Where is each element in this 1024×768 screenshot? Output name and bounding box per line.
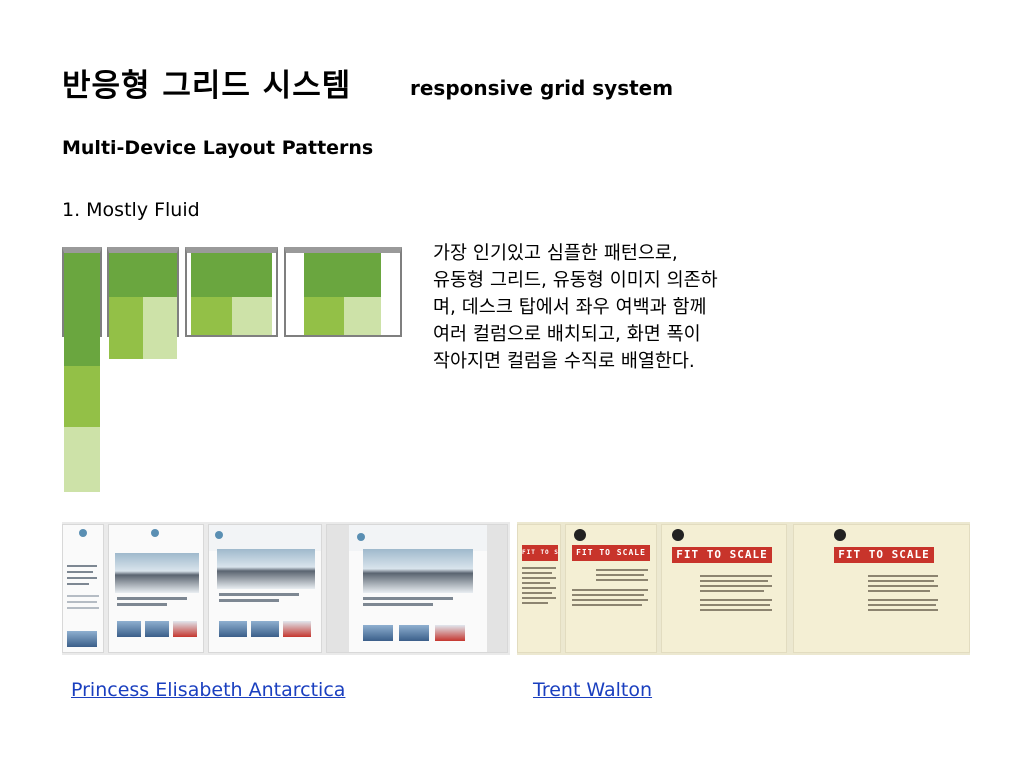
logo-icon xyxy=(357,533,365,541)
news-thumbnail xyxy=(363,625,393,641)
logo-icon xyxy=(79,529,87,537)
logo-icon xyxy=(215,531,223,539)
layout-block-secondary xyxy=(109,297,143,359)
pea-tablet-screenshot xyxy=(208,524,322,653)
hero-image xyxy=(363,549,473,593)
layout-block-secondary xyxy=(64,366,100,427)
pattern-description: 가장 인기있고 심플한 패턴으로, 유동형 그리드, 유동형 이미지 의존하 며… xyxy=(433,240,823,375)
layout-block-main xyxy=(64,253,100,366)
description-line: 며, 데스크 탑에서 좌우 여백과 함께 xyxy=(433,297,707,318)
layout-block-tertiary xyxy=(232,297,272,335)
news-thumbnail xyxy=(399,625,429,641)
news-thumbnail xyxy=(67,631,97,647)
fit-to-scale-banner: FIT TO SCALE xyxy=(522,545,558,561)
pea-phone-screenshot xyxy=(62,524,104,653)
link-princess-elisabeth-antarctica[interactable]: Princess Elisabeth Antarctica xyxy=(71,679,345,701)
layout-block-main xyxy=(109,253,177,297)
news-thumbnail xyxy=(435,625,465,641)
layout-block-tertiary xyxy=(344,297,381,335)
fit-to-scale-banner: FIT TO SCALE xyxy=(572,545,650,561)
hero-image xyxy=(217,549,315,589)
section-subtitle: Multi-Device Layout Patterns xyxy=(62,137,374,159)
layout-block-tertiary xyxy=(143,297,177,359)
layout-block-main xyxy=(191,253,272,297)
news-thumbnail xyxy=(283,621,311,637)
tw-small-tablet-screenshot: FIT TO SCALE xyxy=(565,524,657,653)
tw-desktop-screenshot: FIT TO SCALE xyxy=(793,524,970,653)
pattern-heading: 1. Mostly Fluid xyxy=(62,199,200,221)
description-line: 작아지면 컬럼을 수직로 배열한다. xyxy=(433,351,695,372)
link-trent-walton[interactable]: Trent Walton xyxy=(533,679,652,701)
tw-logo-icon xyxy=(672,529,684,541)
slide-title-korean: 반응형 그리드 시스템 xyxy=(62,68,352,104)
tw-screenshots: FIT TO SCALE FIT TO SCALE FIT TO SCALE F… xyxy=(517,522,970,655)
slide-title-english: responsive grid system xyxy=(410,76,674,100)
news-thumbnail xyxy=(145,621,169,637)
news-thumbnail xyxy=(219,621,247,637)
logo-icon xyxy=(151,529,159,537)
news-thumbnail xyxy=(251,621,279,637)
tw-tablet-screenshot: FIT TO SCALE xyxy=(661,524,787,653)
news-thumbnail xyxy=(117,621,141,637)
layout-block-secondary xyxy=(191,297,232,335)
description-line: 여러 컬럼으로 배치되고, 화면 폭이 xyxy=(433,324,701,345)
layout-block-secondary xyxy=(304,297,344,335)
hero-image xyxy=(115,553,199,593)
tw-logo-icon xyxy=(574,529,586,541)
layout-block-main xyxy=(304,253,381,297)
tw-logo-icon xyxy=(834,529,846,541)
fit-to-scale-banner: FIT TO SCALE xyxy=(834,547,934,563)
news-thumbnail xyxy=(173,621,197,637)
pea-screenshots xyxy=(62,522,510,655)
pea-small-tablet-screenshot xyxy=(108,524,204,653)
pea-desktop-screenshot xyxy=(326,524,508,653)
tw-phone-screenshot: FIT TO SCALE xyxy=(517,524,561,653)
description-line: 가장 인기있고 심플한 패턴으로, xyxy=(433,243,678,264)
fit-to-scale-banner: FIT TO SCALE xyxy=(672,547,772,563)
layout-block-tertiary xyxy=(64,427,100,492)
description-line: 유동형 그리드, 유동형 이미지 의존하 xyxy=(433,270,718,291)
